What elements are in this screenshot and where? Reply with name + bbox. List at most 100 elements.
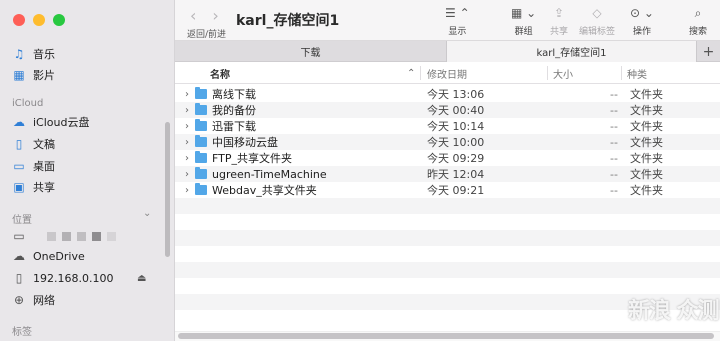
sidebar: ♫ 音乐 ▦ 影片 iCloud ☁ iCloud云盘 ▯ 文稿 ▭ 桌面 ▣ … bbox=[0, 0, 175, 341]
window-controls bbox=[13, 14, 65, 26]
file-size: -- bbox=[610, 135, 618, 149]
desktop-icon: ▭ bbox=[13, 159, 25, 173]
action-label: 操作 bbox=[632, 27, 651, 37]
view-button[interactable]: ☰ ⌃ 显示 bbox=[445, 6, 470, 37]
sidebar-scrollbar[interactable] bbox=[165, 122, 170, 257]
file-name: ugreen-TimeMachine bbox=[212, 167, 327, 181]
tab-downloads[interactable]: 下载 bbox=[175, 41, 447, 62]
sidebar-item-label: 共享 bbox=[33, 181, 55, 194]
search-label: 搜索 bbox=[689, 27, 708, 37]
list-view-icon: ☰ ⌃ bbox=[445, 6, 470, 20]
column-divider bbox=[547, 66, 548, 80]
empty-row bbox=[175, 230, 720, 246]
disclosure-chevron-icon[interactable]: › bbox=[185, 89, 189, 100]
file-name: 我的备份 bbox=[212, 104, 256, 117]
table-row[interactable]: › Webdav_共享文件夹 今天 09:21 -- 文件夹 bbox=[175, 182, 720, 198]
file-kind: 文件夹 bbox=[630, 152, 663, 165]
sidebar-item-documents[interactable]: ▯ 文稿 bbox=[12, 134, 55, 154]
sidebar-heading-tags: 标签 bbox=[12, 327, 32, 338]
column-size[interactable]: 大小 bbox=[553, 62, 573, 84]
sidebar-item-label: 网络 bbox=[33, 294, 55, 307]
file-size: -- bbox=[610, 167, 618, 181]
sidebar-item-network[interactable]: ⊕ 网络 bbox=[12, 290, 55, 310]
new-tab-button[interactable]: + bbox=[696, 41, 720, 62]
forward-arrow-icon[interactable]: › bbox=[212, 6, 218, 25]
sidebar-item-label: 文稿 bbox=[33, 138, 55, 151]
sort-ascending-icon: ⌃ bbox=[407, 67, 416, 79]
file-size: -- bbox=[610, 119, 618, 133]
close-button[interactable] bbox=[13, 14, 25, 26]
table-row[interactable]: › 迅雷下载 今天 10:14 -- 文件夹 bbox=[175, 118, 720, 134]
sidebar-heading-locations: 位置 bbox=[12, 215, 32, 226]
document-icon: ▯ bbox=[15, 137, 23, 151]
file-name: 离线下载 bbox=[212, 88, 256, 101]
back-arrow-icon[interactable]: ‹ bbox=[190, 6, 196, 25]
watermark: 新浪 众测 bbox=[628, 299, 720, 324]
film-icon: ▦ bbox=[13, 68, 25, 82]
disclosure-chevron-icon[interactable]: › bbox=[185, 105, 189, 116]
eject-icon[interactable]: ⏏ bbox=[137, 273, 146, 284]
sidebar-item-label: iCloud云盘 bbox=[33, 116, 90, 129]
sidebar-heading-icloud: iCloud bbox=[12, 98, 44, 109]
sidebar-item-label: 音乐 bbox=[33, 48, 55, 61]
action-button[interactable]: ⊙ ⌄ 操作 bbox=[630, 6, 654, 37]
sidebar-item-music[interactable]: ♫ 音乐 bbox=[12, 44, 55, 64]
column-header: 名称 ⌃ 修改日期 大小 种类 bbox=[175, 62, 720, 84]
horizontal-scrollbar[interactable] bbox=[178, 333, 714, 339]
edit-tags-button[interactable]: ◇ 编辑标签 bbox=[579, 6, 615, 37]
table-row[interactable]: › 中国移动云盘 今天 10:00 -- 文件夹 bbox=[175, 134, 720, 150]
empty-row bbox=[175, 262, 720, 278]
sidebar-item-computer[interactable]: ▭ bbox=[12, 226, 116, 246]
search-button[interactable]: ⌕ 搜索 bbox=[689, 6, 707, 37]
sidebar-item-onedrive[interactable]: ☁ OneDrive bbox=[12, 246, 85, 266]
chevron-down-icon[interactable]: ⌄ bbox=[143, 208, 151, 219]
column-kind[interactable]: 种类 bbox=[627, 62, 647, 84]
disclosure-chevron-icon[interactable]: › bbox=[185, 185, 189, 196]
file-kind: 文件夹 bbox=[630, 104, 663, 117]
column-name[interactable]: 名称 bbox=[210, 62, 230, 84]
file-kind: 文件夹 bbox=[630, 136, 663, 149]
search-icon: ⌕ bbox=[694, 6, 702, 20]
empty-row bbox=[175, 278, 720, 294]
cloud-icon: ☁ bbox=[13, 249, 25, 263]
empty-row bbox=[175, 214, 720, 230]
file-name: FTP_共享文件夹 bbox=[212, 152, 292, 165]
minimize-button[interactable] bbox=[33, 14, 45, 26]
sidebar-item-icloud-drive[interactable]: ☁ iCloud云盘 bbox=[12, 112, 89, 132]
disclosure-chevron-icon[interactable]: › bbox=[185, 169, 189, 180]
sidebar-item-server[interactable]: ▯ 192.168.0.100 ⏏ bbox=[12, 268, 147, 288]
file-name: 迅雷下载 bbox=[212, 120, 256, 133]
folder-icon bbox=[195, 183, 207, 195]
sidebar-item-desktop[interactable]: ▭ 桌面 bbox=[12, 156, 55, 176]
disclosure-chevron-icon[interactable]: › bbox=[185, 137, 189, 148]
share-icon: ⇪ bbox=[553, 6, 565, 20]
tag-label: 编辑标签 bbox=[579, 27, 616, 37]
file-date: 今天 09:29 bbox=[427, 152, 485, 165]
tag-icon: ◇ bbox=[592, 6, 602, 20]
table-row[interactable]: › 我的备份 今天 00:40 -- 文件夹 bbox=[175, 102, 720, 118]
share-button[interactable]: ⇪ 共享 bbox=[550, 6, 568, 37]
table-row[interactable]: › FTP_共享文件夹 今天 09:29 -- 文件夹 bbox=[175, 150, 720, 166]
sidebar-item-label: 192.168.0.100 bbox=[33, 271, 114, 285]
file-date: 今天 13:06 bbox=[427, 88, 485, 101]
disclosure-chevron-icon[interactable]: › bbox=[185, 153, 189, 164]
sidebar-item-shared[interactable]: ▣ 共享 bbox=[12, 177, 55, 197]
table-row[interactable]: › ugreen-TimeMachine 昨天 12:04 -- 文件夹 bbox=[175, 166, 720, 182]
file-date: 今天 00:40 bbox=[427, 104, 485, 117]
disclosure-chevron-icon[interactable]: › bbox=[185, 121, 189, 132]
folder-icon bbox=[195, 119, 207, 131]
group-button[interactable]: ▦ ⌄ 群组 bbox=[511, 6, 536, 37]
sidebar-item-movies[interactable]: ▦ 影片 bbox=[12, 65, 55, 85]
group-label: 群组 bbox=[514, 27, 533, 37]
tab-storage[interactable]: karl_存储空间1 bbox=[447, 41, 696, 62]
table-row[interactable]: › 离线下载 今天 13:06 -- 文件夹 bbox=[175, 86, 720, 102]
folder-icon bbox=[195, 103, 207, 115]
file-size: -- bbox=[610, 87, 618, 101]
sidebar-item-label: 桌面 bbox=[33, 160, 55, 173]
maximize-button[interactable] bbox=[53, 14, 65, 26]
column-date[interactable]: 修改日期 bbox=[427, 62, 467, 84]
window-title: karl_存储空间1 bbox=[236, 13, 340, 29]
server-icon: ▯ bbox=[15, 271, 23, 285]
empty-row bbox=[175, 246, 720, 262]
file-date: 今天 09:21 bbox=[427, 184, 485, 197]
